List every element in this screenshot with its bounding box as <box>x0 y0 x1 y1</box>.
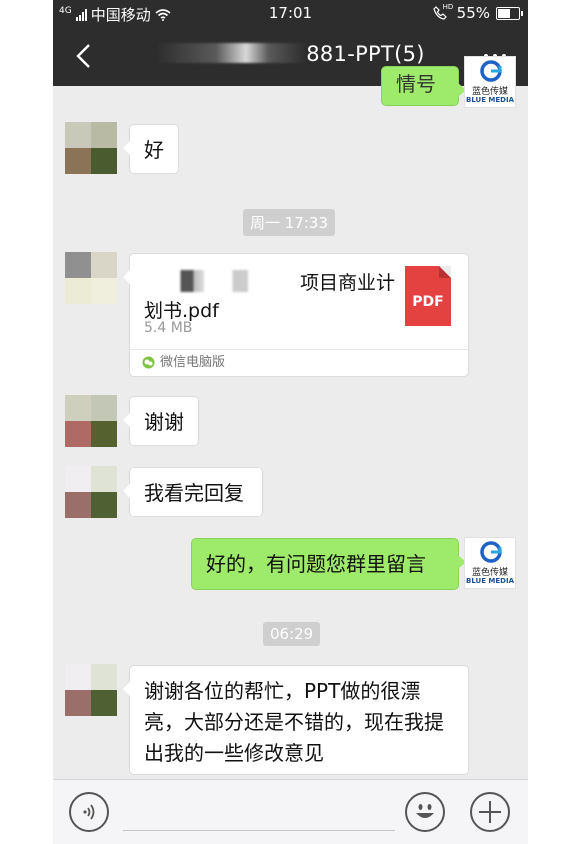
status-right: HD 55% <box>432 3 523 22</box>
received-message-bubble[interactable]: 好 <box>123 124 179 174</box>
timestamp: 周一 17:33 <box>243 209 335 236</box>
blue-media-logo <box>480 60 502 82</box>
chat-title-suffix: 881-PPT(5) <box>306 42 425 66</box>
pdf-icon: PDF <box>405 266 451 326</box>
message-text: 好 <box>144 138 164 162</box>
blue-media-logo <box>480 541 502 563</box>
sent-message-bubble[interactable]: 好的，有问题您群里留言 <box>191 538 466 590</box>
message-text: 好的，有问题您群里留言 <box>206 552 426 576</box>
battery-percent: 55% <box>456 4 490 22</box>
message-text: 谢谢 <box>144 410 184 434</box>
file-name-part2: 划书.pdf <box>144 300 219 322</box>
battery-fill <box>498 8 511 18</box>
message-input[interactable] <box>123 830 395 831</box>
brand-name-en: BLUE MEDIA <box>465 96 515 104</box>
avatar[interactable] <box>65 252 117 304</box>
input-bar <box>53 779 528 844</box>
emoji-icon[interactable] <box>405 792 445 832</box>
voice-icon[interactable] <box>69 792 109 832</box>
wechat-icon <box>142 356 155 369</box>
avatar[interactable] <box>65 122 117 174</box>
message-text: 谢谢各位的帮忙，PPT做的很漂亮，大部分还是不错的，现在我提出我的一些修改意见 <box>144 679 444 765</box>
received-message-bubble[interactable]: 谢谢 <box>123 396 199 446</box>
avatar[interactable] <box>65 466 117 518</box>
file-size: 5.4 MB <box>144 320 193 336</box>
plus-icon[interactable] <box>470 792 510 832</box>
file-name-part1: 项目商业计 <box>300 272 396 294</box>
avatar[interactable] <box>65 395 117 447</box>
pdf-badge-label: PDF <box>412 294 444 310</box>
file-message-card[interactable]: 项目商业计 划书.pdf 5.4 MB PDF 微信电脑版 <box>123 253 469 377</box>
hd-label: HD <box>442 3 454 11</box>
message-text: 我看完回复 <box>144 481 244 505</box>
received-message-bubble[interactable]: 我看完回复 <box>123 467 263 517</box>
file-name-line1: 项目商业计 <box>170 268 395 295</box>
partial-sent-bubble[interactable]: 情号 <box>381 66 466 106</box>
battery-icon <box>496 6 523 20</box>
avatar[interactable] <box>65 664 117 716</box>
file-source-footer: 微信电脑版 <box>130 349 468 376</box>
redacted-file-name-part <box>170 270 300 292</box>
redacted-title-part <box>156 43 307 63</box>
chat-title: 881-PPT(5) <box>53 42 528 66</box>
brand-avatar[interactable]: 蓝色传媒 BLUE MEDIA <box>464 537 516 589</box>
phone-screen: 4G 中国移动 17:01 HD 55% 881-PPT(5) 情号 蓝色传媒 … <box>53 0 528 844</box>
partial-sent-text: 情号 <box>396 72 436 96</box>
brand-name-en: BLUE MEDIA <box>465 577 515 585</box>
received-message-bubble[interactable]: 谢谢各位的帮忙，PPT做的很漂亮，大部分还是不错的，现在我提出我的一些修改意见 <box>123 665 469 775</box>
brand-avatar-top[interactable]: 蓝色传媒 BLUE MEDIA <box>464 56 516 108</box>
phone-hd-icon: HD <box>432 3 454 20</box>
status-bar: 4G 中国移动 17:01 HD 55% <box>53 0 528 26</box>
timestamp: 06:29 <box>263 622 321 646</box>
file-source-label: 微信电脑版 <box>160 355 226 370</box>
